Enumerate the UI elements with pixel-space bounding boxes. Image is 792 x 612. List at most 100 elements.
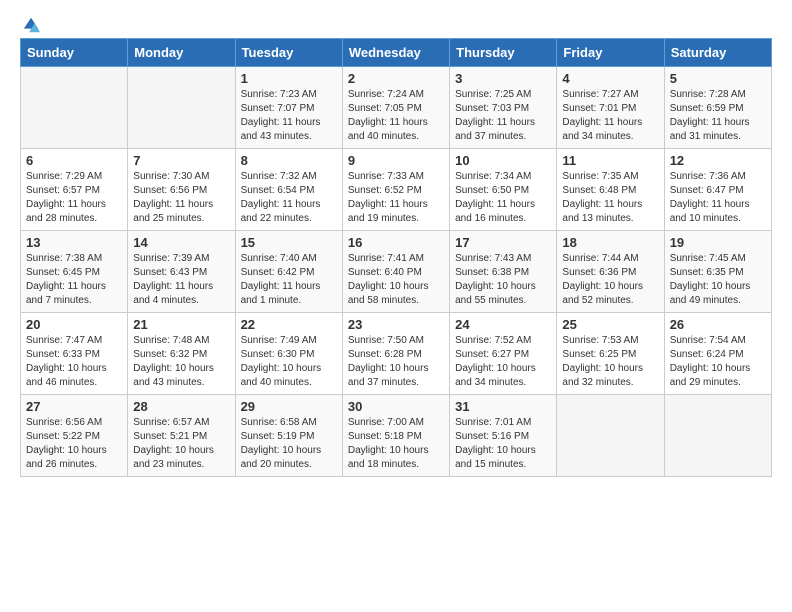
calendar-cell: 19 Sunrise: 7:45 AM Sunset: 6:35 PM Dayli… xyxy=(664,231,771,313)
calendar-cell xyxy=(128,67,235,149)
day-info: Sunrise: 7:45 AM Sunset: 6:35 PM Dayligh… xyxy=(670,252,766,308)
day-info: Sunrise: 7:40 AM Sunset: 6:42 PM Dayligh… xyxy=(241,252,337,308)
day-number: 8 xyxy=(241,153,337,168)
day-number: 28 xyxy=(133,399,229,414)
calendar-cell: 5Sunrise: 7:28 AM Sunset: 6:59 PM Daylig… xyxy=(664,67,771,149)
calendar-cell: 29 Sunrise: 6:58 AM Sunset: 5:19 PM Dayli… xyxy=(235,395,342,477)
calendar-cell: 23 Sunrise: 7:50 AM Sunset: 6:28 PM Dayli… xyxy=(342,313,449,395)
calendar-table: SundayMondayTuesdayWednesdayThursdayFrid… xyxy=(20,38,772,477)
calendar-cell: 21Sunrise: 7:48 AM Sunset: 6:32 PM Dayli… xyxy=(128,313,235,395)
calendar-cell: 26Sunrise: 7:54 AM Sunset: 6:24 PM Dayli… xyxy=(664,313,771,395)
day-number: 12 xyxy=(670,153,766,168)
day-number: 13 xyxy=(26,235,122,250)
day-number: 3 xyxy=(455,71,551,86)
calendar-header-row: SundayMondayTuesdayWednesdayThursdayFrid… xyxy=(21,39,772,67)
day-info: Sunrise: 7:39 AM Sunset: 6:43 PM Dayligh… xyxy=(133,252,229,308)
day-number: 18 xyxy=(562,235,658,250)
day-info: Sunrise: 7:47 AM Sunset: 6:33 PM Dayligh… xyxy=(26,334,122,390)
day-info: Sunrise: 7:34 AM Sunset: 6:50 PM Dayligh… xyxy=(455,170,551,226)
calendar-cell: 24 Sunrise: 7:52 AM Sunset: 6:27 PM Dayli… xyxy=(450,313,557,395)
day-info: Sunrise: 7:50 AM Sunset: 6:28 PM Dayligh… xyxy=(348,334,444,390)
calendar-cell: 27 Sunrise: 6:56 AM Sunset: 5:22 PM Dayli… xyxy=(21,395,128,477)
day-number: 20 xyxy=(26,317,122,332)
day-number: 11 xyxy=(562,153,658,168)
day-number: 22 xyxy=(241,317,337,332)
calendar-week-row: 1 Sunrise: 7:23 AM Sunset: 7:07 PM Daylig… xyxy=(21,67,772,149)
day-number: 5 xyxy=(670,71,766,86)
calendar-cell: 30Sunrise: 7:00 AM Sunset: 5:18 PM Dayli… xyxy=(342,395,449,477)
day-number: 16 xyxy=(348,235,444,250)
day-number: 19 xyxy=(670,235,766,250)
calendar-cell: 22 Sunrise: 7:49 AM Sunset: 6:30 PM Dayli… xyxy=(235,313,342,395)
day-of-week-header: Friday xyxy=(557,39,664,67)
day-number: 30 xyxy=(348,399,444,414)
day-number: 25 xyxy=(562,317,658,332)
calendar-cell: 3 Sunrise: 7:25 AM Sunset: 7:03 PM Daylig… xyxy=(450,67,557,149)
calendar-cell: 12Sunrise: 7:36 AM Sunset: 6:47 PM Dayli… xyxy=(664,149,771,231)
calendar-week-row: 13 Sunrise: 7:38 AM Sunset: 6:45 PM Dayli… xyxy=(21,231,772,313)
calendar-cell: 14 Sunrise: 7:39 AM Sunset: 6:43 PM Dayli… xyxy=(128,231,235,313)
day-info: Sunrise: 7:54 AM Sunset: 6:24 PM Dayligh… xyxy=(670,334,766,390)
calendar-cell: 18 Sunrise: 7:44 AM Sunset: 6:36 PM Dayli… xyxy=(557,231,664,313)
day-number: 1 xyxy=(241,71,337,86)
day-number: 24 xyxy=(455,317,551,332)
day-of-week-header: Saturday xyxy=(664,39,771,67)
day-of-week-header: Thursday xyxy=(450,39,557,67)
day-info: Sunrise: 7:27 AM Sunset: 7:01 PM Dayligh… xyxy=(562,88,658,144)
calendar-cell: 1 Sunrise: 7:23 AM Sunset: 7:07 PM Daylig… xyxy=(235,67,342,149)
calendar-cell: 17Sunrise: 7:43 AM Sunset: 6:38 PM Dayli… xyxy=(450,231,557,313)
calendar-cell: 11 Sunrise: 7:35 AM Sunset: 6:48 PM Dayli… xyxy=(557,149,664,231)
day-info: Sunrise: 7:49 AM Sunset: 6:30 PM Dayligh… xyxy=(241,334,337,390)
day-info: Sunrise: 7:29 AM Sunset: 6:57 PM Dayligh… xyxy=(26,170,122,226)
calendar-cell: 10 Sunrise: 7:34 AM Sunset: 6:50 PM Dayli… xyxy=(450,149,557,231)
calendar-cell xyxy=(664,395,771,477)
day-number: 9 xyxy=(348,153,444,168)
calendar-week-row: 6 Sunrise: 7:29 AM Sunset: 6:57 PM Daylig… xyxy=(21,149,772,231)
day-info: Sunrise: 7:23 AM Sunset: 7:07 PM Dayligh… xyxy=(241,88,337,144)
calendar-week-row: 20 Sunrise: 7:47 AM Sunset: 6:33 PM Dayli… xyxy=(21,313,772,395)
day-info: Sunrise: 6:58 AM Sunset: 5:19 PM Dayligh… xyxy=(241,416,337,472)
day-number: 7 xyxy=(133,153,229,168)
day-info: Sunrise: 7:01 AM Sunset: 5:16 PM Dayligh… xyxy=(455,416,551,472)
day-number: 23 xyxy=(348,317,444,332)
day-info: Sunrise: 7:41 AM Sunset: 6:40 PM Dayligh… xyxy=(348,252,444,308)
day-info: Sunrise: 6:57 AM Sunset: 5:21 PM Dayligh… xyxy=(133,416,229,472)
day-number: 14 xyxy=(133,235,229,250)
logo-icon xyxy=(22,16,40,34)
day-info: Sunrise: 7:44 AM Sunset: 6:36 PM Dayligh… xyxy=(562,252,658,308)
day-info: Sunrise: 7:38 AM Sunset: 6:45 PM Dayligh… xyxy=(26,252,122,308)
page-header xyxy=(0,0,792,38)
calendar-cell: 13 Sunrise: 7:38 AM Sunset: 6:45 PM Dayli… xyxy=(21,231,128,313)
day-info: Sunrise: 7:35 AM Sunset: 6:48 PM Dayligh… xyxy=(562,170,658,226)
calendar-cell: 9 Sunrise: 7:33 AM Sunset: 6:52 PM Daylig… xyxy=(342,149,449,231)
day-number: 15 xyxy=(241,235,337,250)
day-of-week-header: Wednesday xyxy=(342,39,449,67)
day-number: 29 xyxy=(241,399,337,414)
day-info: Sunrise: 7:33 AM Sunset: 6:52 PM Dayligh… xyxy=(348,170,444,226)
day-number: 27 xyxy=(26,399,122,414)
calendar-week-row: 27 Sunrise: 6:56 AM Sunset: 5:22 PM Dayli… xyxy=(21,395,772,477)
day-number: 17 xyxy=(455,235,551,250)
day-info: Sunrise: 7:25 AM Sunset: 7:03 PM Dayligh… xyxy=(455,88,551,144)
calendar-cell: 4 Sunrise: 7:27 AM Sunset: 7:01 PM Daylig… xyxy=(557,67,664,149)
day-info: Sunrise: 7:30 AM Sunset: 6:56 PM Dayligh… xyxy=(133,170,229,226)
logo xyxy=(20,16,40,30)
day-number: 6 xyxy=(26,153,122,168)
day-number: 10 xyxy=(455,153,551,168)
calendar-cell: 15 Sunrise: 7:40 AM Sunset: 6:42 PM Dayli… xyxy=(235,231,342,313)
calendar-cell: 7 Sunrise: 7:30 AM Sunset: 6:56 PM Daylig… xyxy=(128,149,235,231)
day-number: 2 xyxy=(348,71,444,86)
day-of-week-header: Monday xyxy=(128,39,235,67)
day-info: Sunrise: 7:24 AM Sunset: 7:05 PM Dayligh… xyxy=(348,88,444,144)
calendar-cell xyxy=(557,395,664,477)
day-info: Sunrise: 7:52 AM Sunset: 6:27 PM Dayligh… xyxy=(455,334,551,390)
calendar-cell: 2 Sunrise: 7:24 AM Sunset: 7:05 PM Daylig… xyxy=(342,67,449,149)
day-info: Sunrise: 6:56 AM Sunset: 5:22 PM Dayligh… xyxy=(26,416,122,472)
day-number: 31 xyxy=(455,399,551,414)
calendar-cell xyxy=(21,67,128,149)
day-number: 4 xyxy=(562,71,658,86)
calendar-cell: 28 Sunrise: 6:57 AM Sunset: 5:21 PM Dayli… xyxy=(128,395,235,477)
day-number: 21 xyxy=(133,317,229,332)
calendar-cell: 20 Sunrise: 7:47 AM Sunset: 6:33 PM Dayli… xyxy=(21,313,128,395)
day-of-week-header: Sunday xyxy=(21,39,128,67)
